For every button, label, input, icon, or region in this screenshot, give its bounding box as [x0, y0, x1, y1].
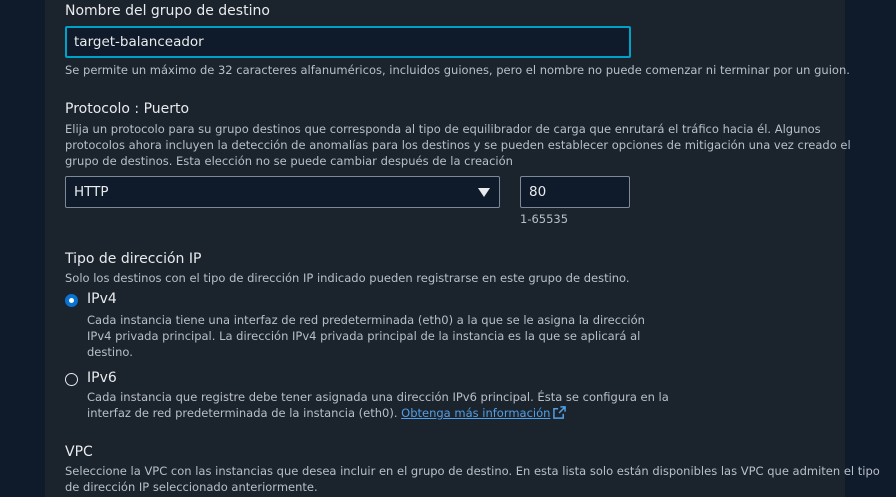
ipv6-option-label[interactable]: IPv6 — [87, 370, 117, 386]
form-panel: Nombre del grupo de destino target-balan… — [45, 0, 880, 497]
ipv4-radio[interactable] — [65, 294, 78, 307]
protocol-port-description-line: protocolos ahora incluyen la detección d… — [65, 138, 851, 152]
protocol-select-value: HTTP — [74, 184, 109, 200]
ip-address-type-description: Solo los destinos con el tipo de direcci… — [65, 271, 630, 285]
ipv4-option-label[interactable]: IPv4 — [87, 291, 117, 307]
ipv4-option-description: Cada instancia tiene una interfaz de red… — [87, 312, 645, 360]
target-group-name-hint: Se permite un máximo de 32 caracteres al… — [65, 63, 850, 77]
ipv6-description-text: interfaz de red predeterminada de la ins… — [87, 406, 398, 420]
target-group-name-input[interactable]: target-balanceador — [65, 26, 631, 58]
ipv4-description-line: Cada instancia tiene una interfaz de red… — [87, 313, 645, 327]
target-group-name-label: Nombre del grupo de destino — [65, 3, 270, 19]
protocol-select[interactable]: HTTP — [65, 176, 500, 208]
port-range-hint: 1-65535 — [520, 212, 569, 226]
ip-address-type-label: Tipo de dirección IP — [65, 251, 202, 267]
external-link-icon[interactable] — [553, 406, 567, 423]
ipv6-radio[interactable] — [65, 373, 78, 386]
ipv6-option-description: Cada instancia que registre debe tener a… — [87, 389, 669, 423]
learn-more-link[interactable]: Obtenga más información — [401, 406, 550, 420]
vpc-label: VPC — [65, 444, 93, 460]
ipv4-description-line: IPv4 privada principal. La dirección IPv… — [87, 329, 641, 343]
vpc-description: Seleccione la VPC con las instancias que… — [65, 463, 880, 495]
ipv6-description-line: interfaz de red predeterminada de la ins… — [87, 405, 669, 423]
protocol-port-label: Protocolo : Puerto — [65, 101, 190, 117]
port-input[interactable]: 80 — [520, 176, 630, 208]
vpc-description-line: de dirección IP seleccionado anteriormen… — [65, 480, 318, 494]
protocol-port-description-line: grupo de destinos. Esta elección no se p… — [65, 154, 513, 168]
vpc-description-line: Seleccione la VPC con las instancias que… — [65, 464, 880, 478]
protocol-port-description-line: Elija un protocolo para su grupo destino… — [65, 122, 821, 136]
chevron-down-icon — [478, 188, 490, 197]
ipv4-description-line: destino. — [87, 345, 133, 359]
ipv6-description-line: Cada instancia que registre debe tener a… — [87, 390, 669, 404]
protocol-port-description: Elija un protocolo para su grupo destino… — [65, 121, 851, 169]
